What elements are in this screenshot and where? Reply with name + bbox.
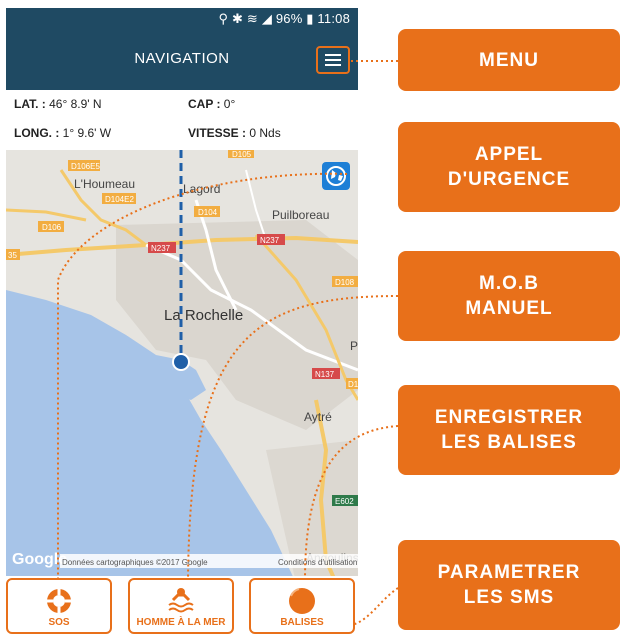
page-title: NAVIGATION [134, 50, 230, 67]
city-label: La Rochelle [164, 307, 243, 324]
svg-text:D104: D104 [198, 208, 218, 217]
svg-text:D108: D108 [335, 278, 355, 287]
man-overboard-button[interactable]: HOMME À LA MER [128, 578, 234, 634]
callout-save-line2: LES BALISES [441, 432, 577, 453]
speed-label: VITESSE : [188, 126, 247, 140]
menu-button[interactable] [316, 46, 350, 74]
sos-button[interactable]: SOS [6, 578, 112, 634]
callout-save-beacons: ENREGISTRER LES BALISES [398, 385, 620, 475]
map-attribution: Données cartographiques ©2017 Google [62, 558, 208, 567]
speed-value: 0 Nds [246, 126, 281, 140]
callout-sms-line1: PARAMETRER [437, 562, 581, 583]
map-view[interactable]: D106E5 D105 D104E2 D104 D106 N237 N237 N… [6, 150, 358, 583]
longitude: LONG. : 1° 9.6' W [14, 126, 111, 140]
svg-text:D1: D1 [348, 380, 358, 389]
svg-text:D105: D105 [232, 150, 252, 159]
position-info: LAT. : 46° 8.9' N CAP : 0° LONG. : 1° 9.… [6, 90, 358, 150]
svg-text:N137: N137 [315, 370, 335, 379]
heading-label: CAP : [188, 97, 221, 111]
callout-menu: MENU [398, 29, 620, 91]
emergency-call-button[interactable] [322, 162, 350, 190]
callout-sms-line2: LES SMS [463, 587, 555, 608]
svg-text:N237: N237 [260, 236, 280, 245]
map-canvas: D106E5 D105 D104E2 D104 D106 N237 N237 N… [6, 150, 358, 583]
callout-mob: M.O.B MANUEL [398, 251, 620, 341]
beacons-button[interactable]: BALISES [249, 578, 355, 634]
globe-icon [326, 166, 346, 186]
callout-mob-line2: MANUEL [465, 298, 553, 319]
svg-text:P: P [350, 339, 358, 353]
bottom-toolbar: SOS HOMME À LA MER BALISES [6, 576, 358, 636]
latitude-value: 46° 8.9' N [45, 97, 102, 111]
latitude-label: LAT. : [14, 97, 46, 111]
svg-text:Puilboreau: Puilboreau [272, 208, 329, 222]
callout-sms-settings: PARAMETRER LES SMS [398, 540, 620, 630]
swimmer-icon [168, 588, 194, 613]
svg-text:Lagord: Lagord [183, 182, 220, 196]
sos-label: SOS [48, 617, 70, 628]
callout-mob-line1: M.O.B [479, 273, 539, 294]
callout-emergency-line2: D'URGENCE [447, 169, 571, 190]
hamburger-icon [325, 54, 341, 56]
heading-value: 0° [220, 97, 236, 111]
svg-text:E602: E602 [335, 497, 354, 506]
svg-text:D104E2: D104E2 [105, 195, 134, 204]
callout-emergency-call: APPEL D'URGENCE [398, 122, 620, 212]
heading: CAP : 0° [188, 97, 235, 111]
svg-text:N237: N237 [151, 244, 171, 253]
svg-text:Aytré: Aytré [304, 410, 332, 424]
svg-text:D106: D106 [42, 223, 62, 232]
beacon-icon [289, 588, 315, 614]
longitude-label: LONG. : [14, 126, 60, 140]
speed: VITESSE : 0 Nds [188, 126, 281, 140]
app-header: NAVIGATION [6, 30, 358, 90]
svg-text:D106E5: D106E5 [71, 162, 100, 171]
svg-text:35: 35 [8, 251, 17, 260]
callout-menu-line1: MENU [479, 49, 539, 71]
beacons-label: BALISES [280, 617, 324, 628]
boat-position-marker [172, 353, 190, 371]
latitude: LAT. : 46° 8.9' N [14, 97, 102, 111]
map-terms-link[interactable]: Conditions d'utilisation [278, 558, 357, 567]
lifebuoy-icon [47, 589, 71, 613]
phone-screen: ⚲ ✱ ≋ ◢ 96% ▮ 11:08 NAVIGATION LAT. : 46… [6, 8, 358, 636]
status-text: ⚲ ✱ ≋ ◢ 96% ▮ 11:08 [218, 11, 350, 26]
status-bar: ⚲ ✱ ≋ ◢ 96% ▮ 11:08 [6, 8, 358, 30]
callout-save-line1: ENREGISTRER [434, 407, 584, 428]
longitude-value: 1° 9.6' W [59, 126, 112, 140]
man-overboard-label: HOMME À LA MER [136, 617, 226, 628]
svg-text:L'Houmeau: L'Houmeau [74, 177, 135, 191]
callout-emergency-line1: APPEL [474, 144, 544, 165]
google-logo: Google [12, 551, 67, 568]
